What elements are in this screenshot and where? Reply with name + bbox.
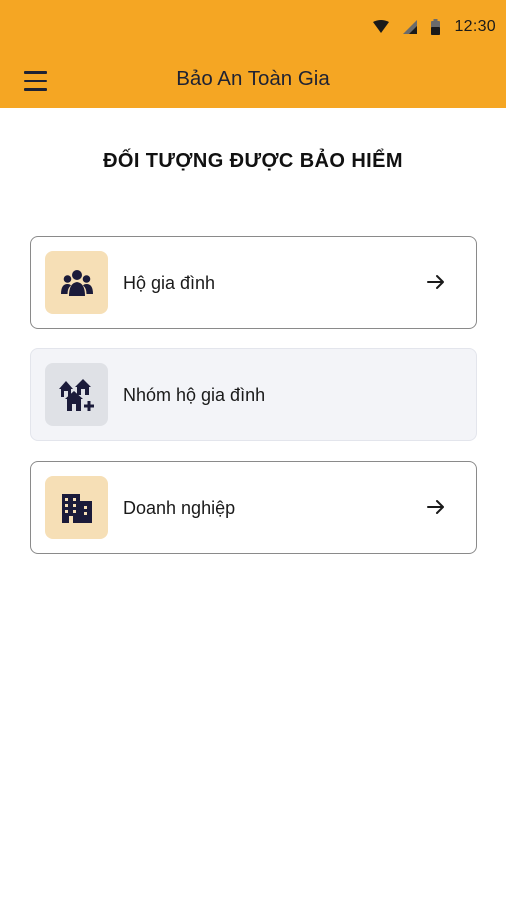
- toolbar-title: Bảo An Toàn Gia: [176, 67, 330, 90]
- card-icon-box: [45, 363, 108, 426]
- status-bar: 12:30: [0, 0, 506, 54]
- status-time: 12:30: [454, 18, 496, 35]
- arrow-right-icon: [427, 275, 444, 289]
- page-heading: ĐỐI TƯỢNG ĐƯỢC BẢO HIỂM: [103, 150, 403, 172]
- toolbar: Bảo An Toàn Gia: [0, 54, 506, 108]
- arrow-right-icon: [427, 500, 444, 514]
- option-label: Nhóm hộ gia đình: [123, 385, 266, 405]
- wifi-icon: [373, 20, 390, 33]
- building-icon: [61, 493, 92, 523]
- option-enterprise[interactable]: Doanh nghiệp: [30, 461, 477, 554]
- battery-icon: [431, 19, 441, 35]
- signal-icon: [403, 20, 418, 34]
- houses-add-icon: [58, 378, 94, 411]
- option-label: Hộ gia đình: [123, 273, 216, 293]
- option-household[interactable]: Hộ gia đình: [30, 236, 477, 329]
- card-icon-box: [45, 476, 108, 539]
- option-household-group[interactable]: Nhóm hộ gia đình: [30, 348, 477, 441]
- option-label: Doanh nghiệp: [123, 498, 236, 518]
- status-icons: 12:30: [373, 17, 496, 37]
- family-group-icon: [60, 269, 93, 296]
- app-bar: 12:30 Bảo An Toàn Gia: [0, 0, 506, 108]
- card-icon-box: [45, 251, 108, 314]
